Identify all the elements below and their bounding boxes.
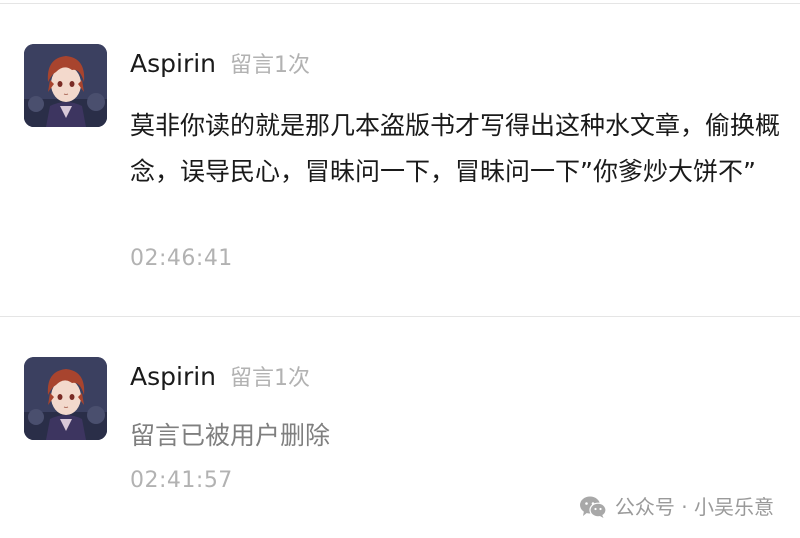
wechat-icon	[579, 495, 607, 519]
avatar[interactable]	[24, 357, 107, 440]
username[interactable]: Aspirin	[130, 362, 216, 391]
comment-time: 02:46:41	[130, 246, 233, 271]
username[interactable]: Aspirin	[130, 49, 216, 78]
comment-header: Aspirin 留言1次	[130, 359, 310, 395]
watermark-text: 公众号 · 小吴乐意	[614, 495, 774, 519]
message-count: 留言1次	[230, 53, 311, 78]
anime-boy-avatar-icon	[24, 357, 107, 440]
top-divider	[0, 3, 800, 4]
comment-header: Aspirin 留言1次	[130, 46, 310, 82]
watermark: 公众号 · 小吴乐意	[579, 492, 774, 522]
message-count: 留言1次	[230, 366, 311, 391]
comment-text: 莫非你读的就是那几本盗版书才写得出这种水文章，偷换概念，误导民心，冒昧问一下，冒…	[130, 111, 781, 186]
deleted-comment-text: 留言已被用户删除	[130, 421, 331, 450]
avatar[interactable]	[24, 44, 107, 127]
comment-time: 02:41:57	[130, 468, 233, 493]
anime-boy-avatar-icon	[24, 44, 107, 127]
comment-divider	[0, 316, 800, 317]
